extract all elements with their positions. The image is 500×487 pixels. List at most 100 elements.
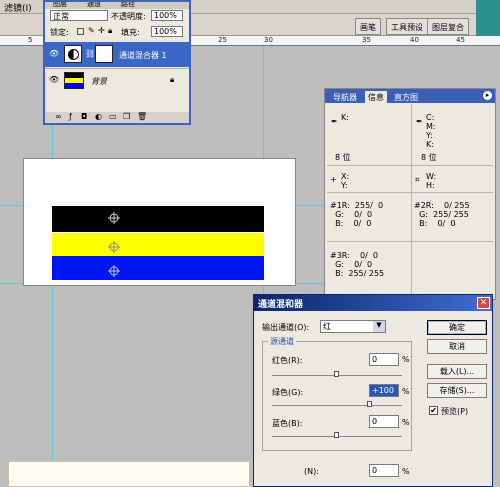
color-sampler-3-icon[interactable] — [108, 265, 122, 279]
dock-tab-tool-presets[interactable]: 工具预设 — [386, 18, 428, 35]
tab-navigator[interactable]: 导航器 — [330, 91, 360, 103]
info-panel-header: 导航器 信息 直方图 ▸ — [325, 89, 495, 103]
constant-input[interactable]: 0 — [369, 464, 399, 477]
layer-row-channel-mixer[interactable]: 👁︎ ⛓︎ 通道混合器 1 — [45, 42, 189, 67]
fill-input[interactable]: 100% — [151, 26, 183, 37]
tab-layers[interactable]: 图层 — [53, 2, 67, 9]
eye-icon[interactable]: 👁︎ — [49, 75, 59, 84]
blue-label: 蓝色(B): — [272, 419, 303, 428]
sampler-1-readout: #1R: 255/ 0 G: 0/ 0 B: 0/ 0 — [330, 201, 384, 228]
eyedropper-icon: ✒ — [331, 117, 338, 126]
chevron-down-icon[interactable]: ▼ — [373, 321, 385, 332]
tab-info[interactable]: 信息 — [365, 91, 387, 103]
lock-move-icon[interactable]: ✛ — [98, 26, 105, 35]
mask-thumbnail — [95, 45, 113, 63]
green-slider-track[interactable] — [272, 405, 402, 406]
preview-checkbox[interactable]: ✔ — [429, 406, 438, 415]
cancel-button[interactable]: 取消 — [427, 339, 487, 354]
panel-menu-icon[interactable]: ▸ — [483, 91, 492, 100]
ruler-label: 25 — [218, 36, 227, 44]
lock-icon: 🔒︎ — [170, 75, 175, 84]
tab-channels[interactable]: 通道 — [87, 2, 101, 9]
bit-depth-1: 8 位 — [335, 153, 351, 162]
tab-paths[interactable]: 路径 — [121, 2, 135, 9]
tab-histogram[interactable]: 直方图 — [391, 91, 421, 103]
trash-icon[interactable]: 🗑︎ — [137, 112, 147, 121]
opacity-input[interactable]: 100% — [151, 10, 183, 21]
blue-slider-knob[interactable] — [334, 432, 339, 438]
black-band — [52, 206, 264, 232]
layers-panel: 图层 通道 路径 正常 不透明度: 100% 锁定: ✎ ✛ 🔒︎ 填充: 10… — [43, 0, 191, 125]
adjustment-thumbnail — [64, 45, 82, 63]
group-icon[interactable]: ▭ — [109, 112, 117, 121]
fill-label: 填充: — [121, 28, 140, 37]
blue-band — [52, 256, 264, 280]
percent-sign: % — [402, 418, 410, 427]
lock-paint-icon[interactable]: ✎ — [88, 26, 95, 35]
output-channel-value: 红 — [323, 322, 331, 331]
adjustment-icon[interactable]: ◐ — [95, 112, 102, 121]
background-thumbnail — [64, 72, 84, 89]
percent-sign: % — [402, 387, 410, 396]
info-xy-readout: X: Y: — [341, 172, 350, 190]
lock-all-icon[interactable]: 🔒︎ — [108, 26, 112, 36]
layer-row-background[interactable]: 👁︎ 背景 🔒︎ — [45, 68, 189, 92]
save-button[interactable]: 存储(S)... — [427, 383, 487, 398]
ok-button[interactable]: 确定 — [427, 320, 487, 335]
output-channel-label: 输出通道(O): — [262, 323, 310, 332]
divider — [411, 104, 412, 298]
lock-row: 锁定: ✎ ✛ 🔒︎ 填充: 100% — [45, 26, 189, 38]
color-sampler-2-icon[interactable] — [108, 241, 122, 255]
blend-row: 正常 不透明度: 100% — [45, 10, 189, 22]
sampler-3-readout: #3R: 0/ 0 G: 0/ 0 B: 255/ 255 — [330, 251, 385, 278]
ruler-label: 45 — [456, 36, 465, 44]
green-slider-knob[interactable] — [366, 401, 372, 407]
sampler-2-readout: #2R: 0/ 255 G: 255/ 255 B: 0/ 0 — [414, 201, 470, 228]
green-input[interactable]: +100 — [369, 384, 399, 397]
crosshair-icon: + — [330, 175, 337, 184]
yellow-band — [52, 233, 264, 256]
link-icon: ⛓︎ — [85, 49, 96, 58]
blue-input[interactable]: 0 — [369, 415, 399, 428]
menu-filter[interactable]: 滤镜(I) — [4, 1, 32, 14]
info-k-readout: K: — [341, 113, 349, 122]
info-panel: 导航器 信息 直方图 ▸ ✒ K: ✒ C: M: Y: K: 8 位 8 位 … — [324, 88, 496, 300]
divider — [327, 241, 493, 242]
selection-size-icon: ⌗ — [415, 175, 420, 184]
close-icon[interactable]: ✕ — [477, 297, 490, 309]
dock-tab-layer-comps[interactable]: 图层复合 — [427, 18, 469, 35]
lock-transparent-icon[interactable] — [77, 28, 84, 35]
ruler-label: 35 — [362, 36, 371, 44]
info-wh-readout: W: H: — [426, 172, 437, 190]
eyedropper-icon: ✒ — [416, 117, 423, 126]
source-channels-label: 源通道 — [268, 336, 296, 347]
red-label: 红色(R): — [272, 356, 303, 365]
new-layer-icon[interactable]: ❐ — [123, 112, 130, 121]
layers-footer: ∞ ƒ ◘ ◐ ▭ ❐ 🗑︎ — [45, 112, 189, 123]
red-input[interactable]: 0 — [369, 353, 399, 366]
red-slider-knob[interactable] — [334, 371, 339, 377]
divider — [327, 192, 493, 193]
dock-tab-brushes[interactable]: 画笔 — [355, 18, 381, 35]
mask-icon[interactable]: ◘ — [81, 112, 87, 121]
dialog-title: 通道混和器 — [258, 300, 304, 310]
percent-sign: % — [402, 467, 410, 476]
ruler-label: 30 — [264, 36, 273, 44]
color-sampler-1-icon[interactable] — [108, 212, 122, 226]
layer-name: 背景 — [91, 77, 107, 86]
dialog-titlebar: 通道混和器 ✕ — [254, 295, 492, 311]
load-button[interactable]: 载入(L)... — [427, 364, 487, 379]
ruler-label: 40 — [410, 36, 419, 44]
channel-mixer-dialog: 通道混和器 ✕ 输出通道(O): 红 ▼ 源通道 红色(R): 0 % 绿色(G… — [253, 294, 493, 487]
eye-icon[interactable]: 👁︎ — [49, 49, 59, 58]
percent-sign: % — [402, 355, 410, 364]
link-layers-icon[interactable]: ∞ — [55, 112, 62, 121]
divider — [327, 165, 493, 166]
check-icon: ✔ — [430, 406, 437, 415]
ruler-label: 5 — [28, 36, 33, 44]
status-strip — [8, 461, 250, 487]
output-channel-select[interactable]: 红 ▼ — [320, 320, 386, 333]
layer-style-icon[interactable]: ƒ — [69, 112, 72, 121]
preview-label: 预览(P) — [441, 407, 469, 416]
blend-mode-select[interactable]: 正常 — [50, 10, 108, 21]
